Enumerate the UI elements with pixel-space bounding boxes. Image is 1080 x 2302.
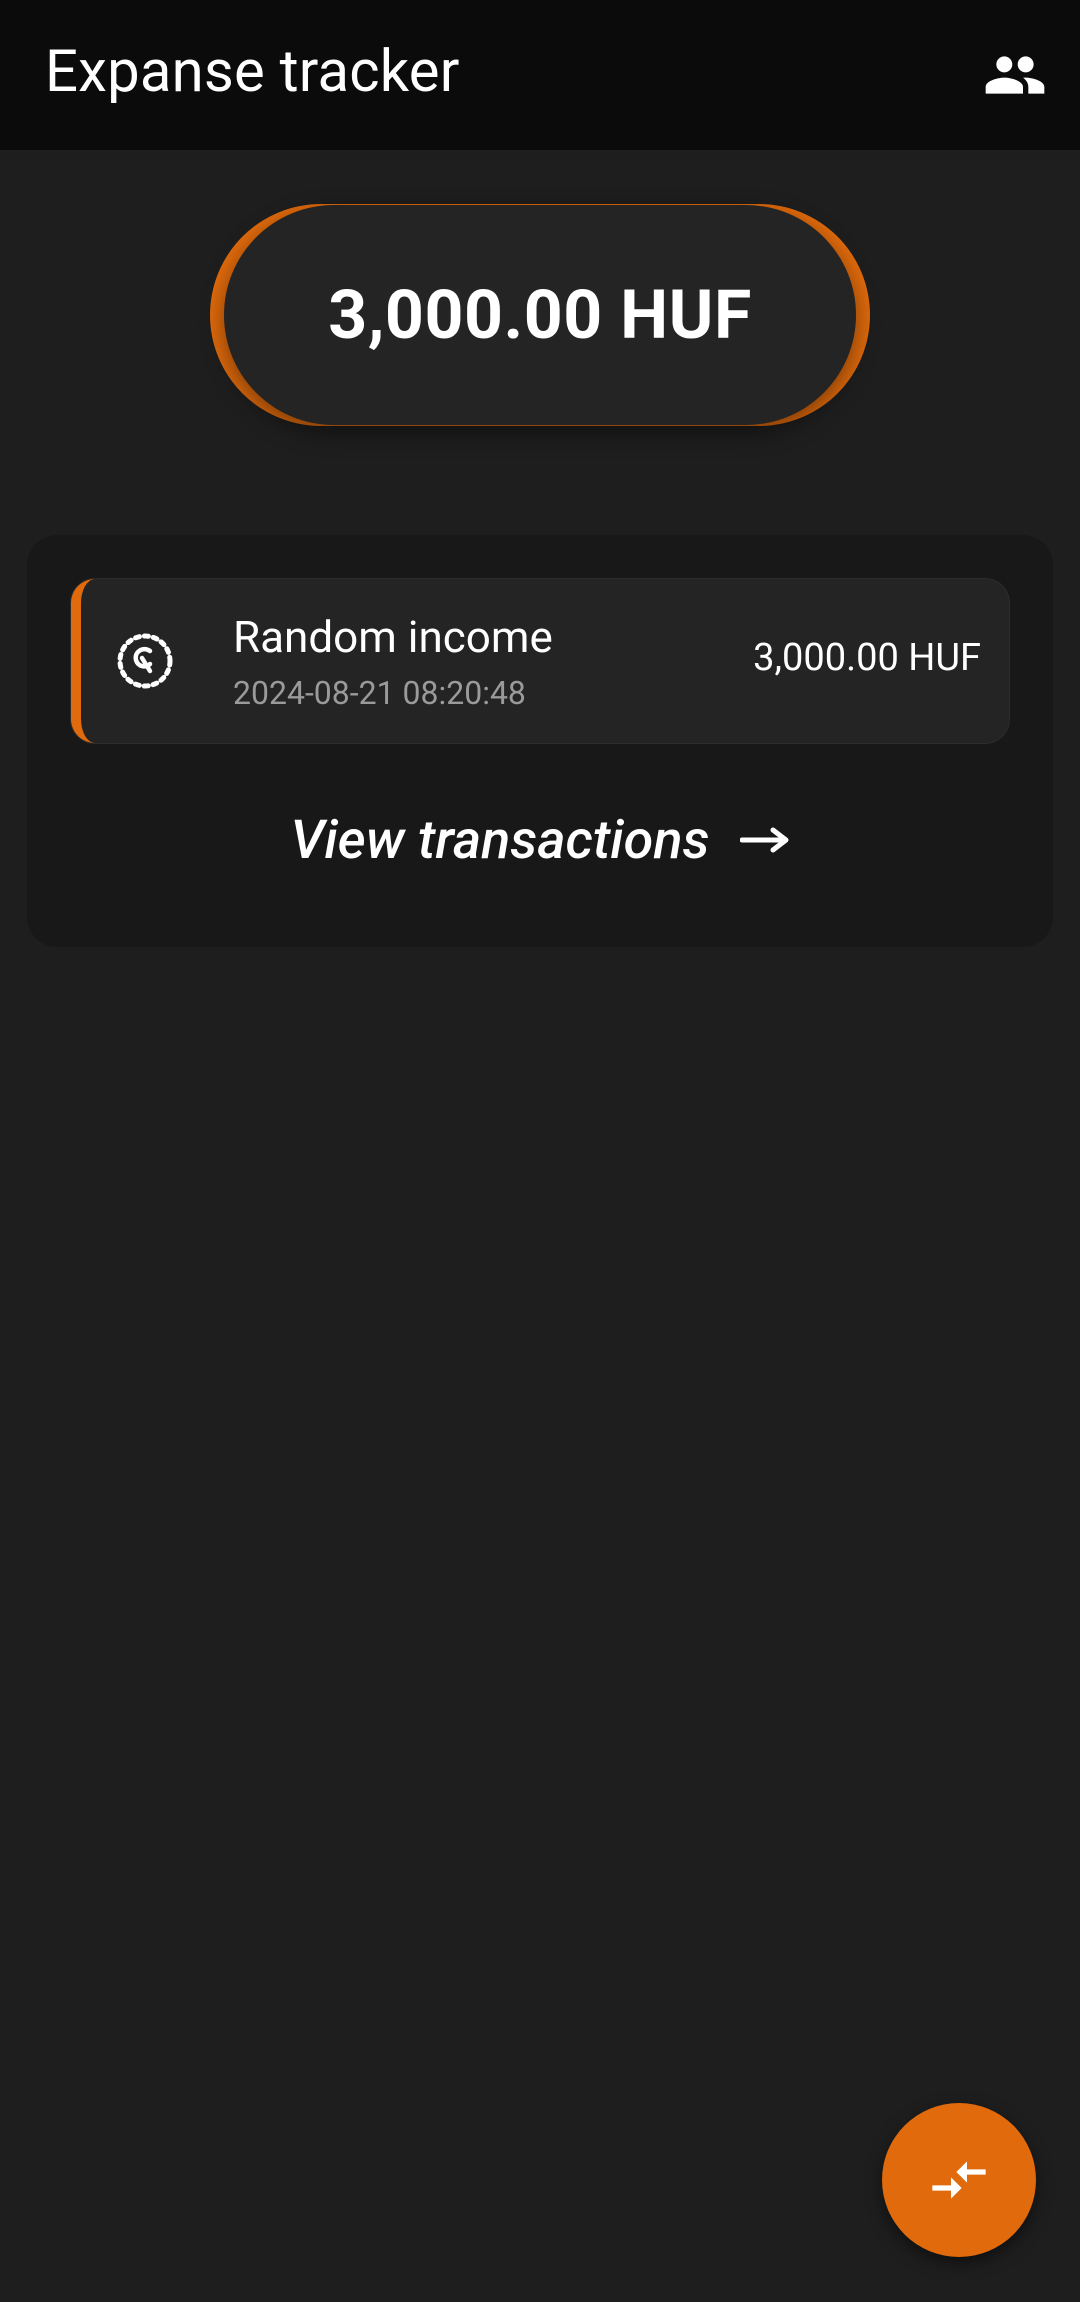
transaction-amount: 3,000.00 HUF — [753, 636, 981, 680]
arrow-right-icon — [739, 827, 788, 853]
balance-amount: 3,000.00 HUF — [328, 275, 752, 355]
balance-pill: 3,000.00 HUF — [224, 205, 856, 425]
transaction-row[interactable]: Random income 2024-08-21 08:20:48 3,000.… — [71, 579, 1009, 743]
profiles-button[interactable] — [980, 40, 1050, 110]
add-transaction-fab[interactable] — [882, 2103, 1036, 2257]
transaction-title: Random income — [233, 611, 553, 663]
recent-transactions-card: Random income 2024-08-21 08:20:48 3,000.… — [27, 535, 1053, 947]
coin-dotted-icon — [117, 633, 173, 689]
balance-display: 3,000.00 HUF — [210, 204, 870, 426]
app-title: Expanse tracker — [45, 38, 460, 106]
compare-arrows-icon — [932, 2161, 986, 2199]
app-screen: Expanse tracker 3,000.00 HUF Random inco… — [0, 0, 1080, 2302]
people-icon — [985, 56, 1045, 94]
view-transactions-link[interactable]: View transactions — [27, 795, 1053, 885]
transaction-datetime: 2024-08-21 08:20:48 — [233, 674, 526, 712]
view-transactions-label: View transactions — [290, 808, 710, 872]
top-app-bar: Expanse tracker — [0, 0, 1080, 150]
